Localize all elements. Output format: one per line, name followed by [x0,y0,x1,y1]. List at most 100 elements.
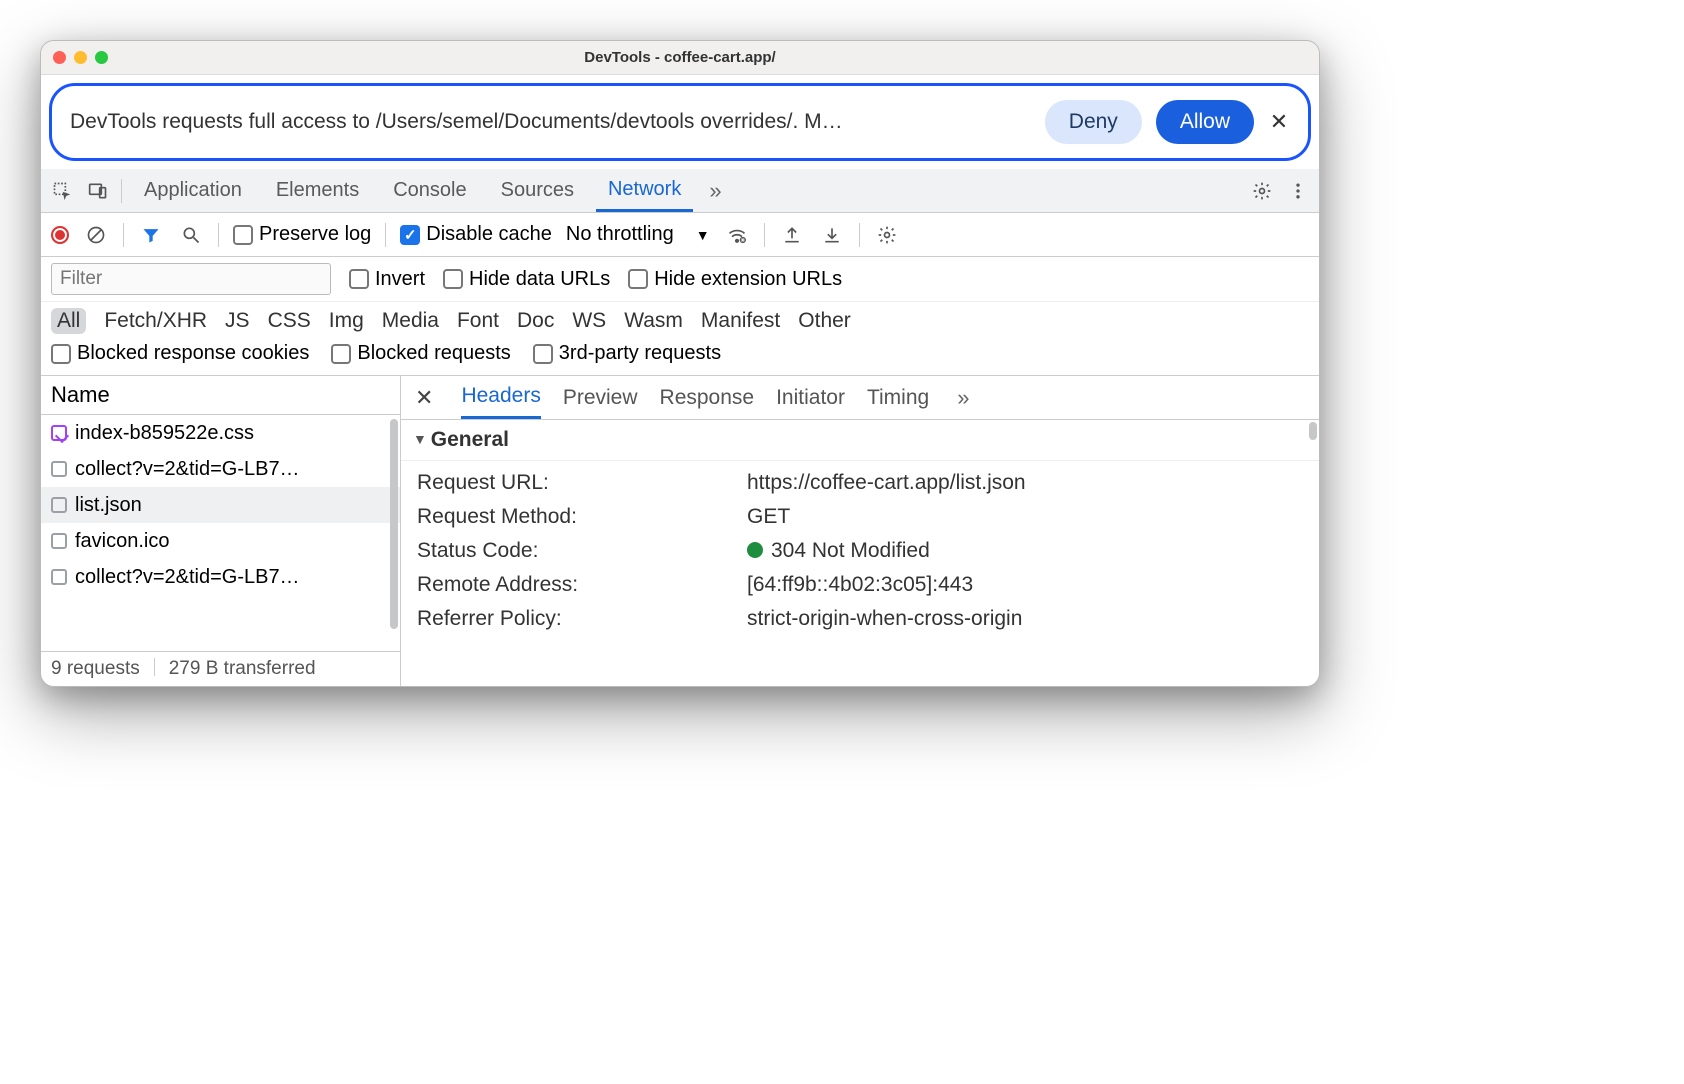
request-row[interactable]: index-b859522e.css [41,415,400,451]
tab-response[interactable]: Response [660,376,755,419]
minimize-window-button[interactable] [74,51,87,64]
type-doc[interactable]: Doc [517,309,554,333]
request-row[interactable]: favicon.ico [41,523,400,559]
section-general[interactable]: General [401,420,1319,461]
transferred-size: 279 B transferred [169,658,316,680]
filter-input[interactable] [51,263,331,295]
inspect-icon[interactable] [49,178,75,204]
blocked-filters-row: Blocked response cookies Blocked request… [41,338,1319,376]
type-fetch[interactable]: Fetch/XHR [104,309,207,333]
gear-icon[interactable] [1249,178,1275,204]
label-remote-address: Remote Address: [417,573,697,597]
blocked-cookies-checkbox[interactable]: Blocked response cookies [51,342,309,365]
search-icon[interactable] [178,222,204,248]
invert-checkbox[interactable]: Invert [349,268,425,291]
value-remote-address: [64:ff9b::4b02:3c05]:443 [747,573,1303,597]
request-list-pane: Name index-b859522e.css collect?v=2&tid=… [41,376,401,686]
request-list: index-b859522e.css collect?v=2&tid=G-LB7… [41,415,400,595]
type-ws[interactable]: WS [572,309,606,333]
more-tabs-icon[interactable]: » [703,178,727,204]
detail-tabs: ✕ Headers Preview Response Initiator Tim… [401,376,1319,420]
close-detail-icon[interactable]: ✕ [409,385,439,411]
scrollbar[interactable] [1309,422,1317,440]
traffic-lights [53,51,108,64]
more-detail-tabs-icon[interactable]: » [951,385,975,411]
panel-tabs: Application Elements Console Sources Net… [41,169,1319,213]
filter-row: Invert Hide data URLs Hide extension URL… [41,257,1319,302]
type-font[interactable]: Font [457,309,499,333]
type-all[interactable]: All [51,308,86,334]
throttling-select[interactable]: No throttling ▼ [566,223,710,246]
upload-har-icon[interactable] [779,222,805,248]
tab-headers[interactable]: Headers [461,376,540,419]
split-view: Name index-b859522e.css collect?v=2&tid=… [41,376,1319,686]
type-other[interactable]: Other [798,309,851,333]
request-summary: 9 requests 279 B transferred [41,651,400,686]
request-row[interactable]: collect?v=2&tid=G-LB7… [41,451,400,487]
allow-button[interactable]: Allow [1156,100,1254,144]
hide-extension-urls-checkbox[interactable]: Hide extension URLs [628,268,842,291]
resource-type-filter: All Fetch/XHR JS CSS Img Media Font Doc … [41,302,1319,338]
value-referrer-policy: strict-origin-when-cross-origin [747,607,1303,631]
label-referrer-policy: Referrer Policy: [417,607,697,631]
close-icon[interactable]: ✕ [1268,111,1290,133]
value-status-code: 304 Not Modified [747,539,1303,563]
request-row[interactable]: list.json [41,487,400,523]
tab-preview[interactable]: Preview [563,376,638,419]
value-request-method: GET [747,505,1303,529]
type-css[interactable]: CSS [268,309,311,333]
third-party-checkbox[interactable]: 3rd-party requests [533,342,721,365]
label-request-url: Request URL: [417,471,697,495]
request-icon [51,569,67,585]
titlebar: DevTools - coffee-cart.app/ [41,41,1319,75]
record-button[interactable] [51,226,69,244]
permission-message: DevTools requests full access to /Users/… [70,110,1031,134]
request-icon [51,461,67,477]
blocked-requests-checkbox[interactable]: Blocked requests [331,342,510,365]
request-icon [51,497,67,513]
chevron-down-icon: ▼ [696,227,710,243]
download-har-icon[interactable] [819,222,845,248]
network-conditions-icon[interactable] [724,222,750,248]
request-row[interactable]: collect?v=2&tid=G-LB7… [41,559,400,595]
request-detail-pane: ✕ Headers Preview Response Initiator Tim… [401,376,1319,686]
name-column-header[interactable]: Name [41,376,400,415]
network-toolbar: Preserve log Disable cache No throttling… [41,213,1319,257]
type-media[interactable]: Media [382,309,439,333]
clear-icon[interactable] [83,222,109,248]
permission-banner: DevTools requests full access to /Users/… [49,83,1311,161]
tab-initiator[interactable]: Initiator [776,376,845,419]
filter-icon[interactable] [138,222,164,248]
tab-timing[interactable]: Timing [867,376,929,419]
preserve-log-checkbox[interactable]: Preserve log [233,223,371,246]
headers-general-table: Request URL: https://coffee-cart.app/lis… [401,461,1319,641]
window-title: DevTools - coffee-cart.app/ [41,49,1319,66]
label-request-method: Request Method: [417,505,697,529]
request-icon [51,533,67,549]
value-request-url: https://coffee-cart.app/list.json [747,471,1303,495]
type-manifest[interactable]: Manifest [701,309,780,333]
network-settings-icon[interactable] [874,222,900,248]
tab-application[interactable]: Application [132,169,254,212]
tab-sources[interactable]: Sources [489,169,586,212]
override-icon [51,425,67,441]
deny-button[interactable]: Deny [1045,100,1142,144]
separator [121,179,122,203]
tab-network[interactable]: Network [596,169,693,212]
type-js[interactable]: JS [225,309,250,333]
tab-console[interactable]: Console [381,169,478,212]
disable-cache-checkbox[interactable]: Disable cache [400,223,552,246]
type-wasm[interactable]: Wasm [624,309,683,333]
kebab-menu-icon[interactable] [1285,178,1311,204]
label-status-code: Status Code: [417,539,697,563]
requests-count: 9 requests [51,658,140,680]
close-window-button[interactable] [53,51,66,64]
tab-elements[interactable]: Elements [264,169,371,212]
devtools-window: DevTools - coffee-cart.app/ DevTools req… [40,40,1320,687]
maximize-window-button[interactable] [95,51,108,64]
status-dot-icon [747,542,763,558]
hide-data-urls-checkbox[interactable]: Hide data URLs [443,268,610,291]
scrollbar[interactable] [390,419,398,629]
device-toolbar-icon[interactable] [85,178,111,204]
type-img[interactable]: Img [329,309,364,333]
